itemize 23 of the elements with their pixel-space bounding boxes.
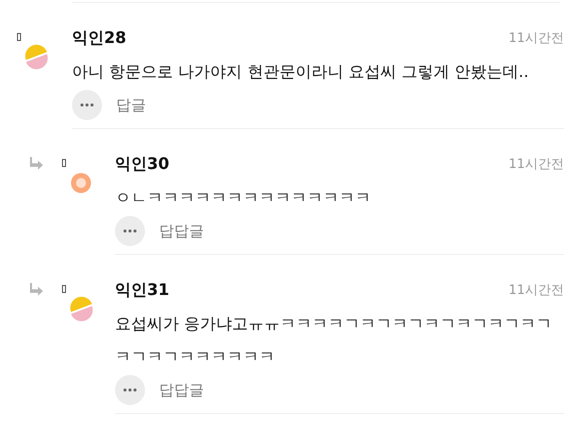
timestamp: 11시간전 <box>508 30 564 47</box>
author-name: 익인30 <box>115 154 170 174</box>
reply-link[interactable]: 답글 <box>116 96 146 114</box>
comment-text: 아니 항문으로 나가야지 현관문이라니 요섭씨 그렇게 안봤는데.. <box>72 61 530 83</box>
reply-arrow-icon <box>30 283 44 296</box>
more-button[interactable] <box>115 216 145 246</box>
placeholder-glyph-icon <box>62 159 66 167</box>
reply-arrow-icon <box>30 157 44 170</box>
reply-link[interactable]: 답답글 <box>159 222 204 240</box>
timestamp: 11시간전 <box>508 282 564 299</box>
author-name: 익인28 <box>72 28 126 48</box>
placeholder-glyph-icon <box>17 33 21 41</box>
more-button[interactable] <box>115 375 145 405</box>
comment-text: ㅇㄴㅋㅋㅋㅋㅋㅋㅋㅋㅋㅋㅋㅋㅋㅋ <box>115 187 372 209</box>
more-icon <box>123 388 137 392</box>
placeholder-glyph-icon <box>62 285 66 293</box>
more-icon <box>123 229 137 233</box>
more-button[interactable] <box>72 90 102 120</box>
author-name: 익인31 <box>115 280 170 300</box>
comment-text: 요섭씨가 응가냐고ㅠㅠㅋㅋㅋㅋㄱㅋㄱㅋㄱㅋㄱㅋㄱㅋㄱㅋㄱㅋㄱㅋㄱㅋㅋㅋㅋㅋㅋ <box>115 313 554 368</box>
reply-link[interactable]: 답답글 <box>159 380 204 400</box>
timestamp: 11시간전 <box>508 156 564 173</box>
more-icon <box>80 103 94 107</box>
